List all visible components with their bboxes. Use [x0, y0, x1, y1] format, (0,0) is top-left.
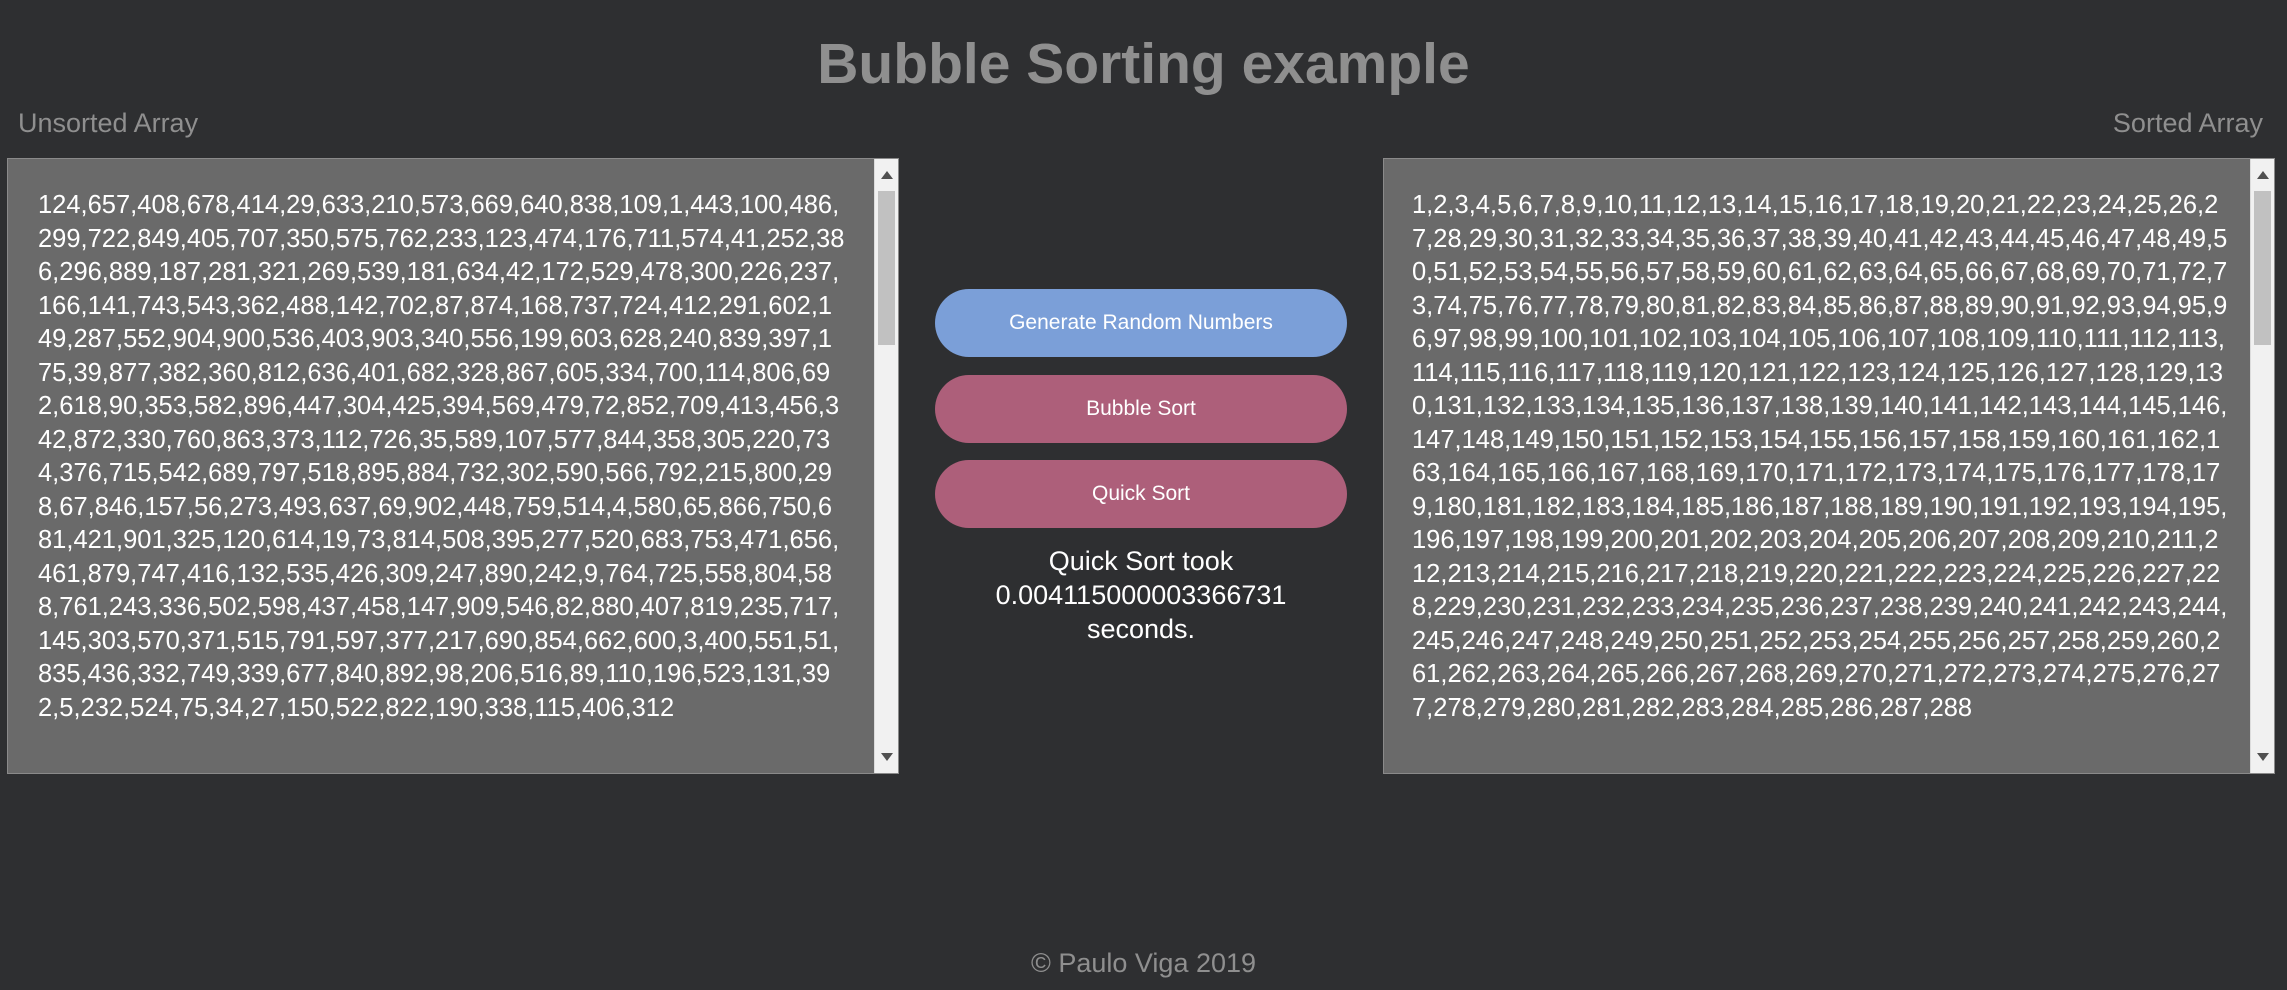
scroll-up-arrow-icon[interactable]	[2257, 171, 2269, 179]
scroll-down-arrow-icon[interactable]	[881, 753, 893, 761]
footer-copyright: © Paulo Viga 2019	[1030, 948, 1257, 978]
scroll-thumb[interactable]	[878, 191, 895, 345]
scroll-thumb[interactable]	[2254, 191, 2271, 345]
sort-result-line3: seconds.	[1086, 614, 1196, 644]
generate-random-numbers-button[interactable]: Generate Random Numbers	[935, 289, 1347, 357]
unsorted-array-scrollbar[interactable]	[874, 159, 898, 773]
bubble-sort-button[interactable]: Bubble Sort	[935, 375, 1347, 443]
sorted-array-text[interactable]: 1,2,3,4,5,6,7,8,9,10,11,12,13,14,15,16,1…	[1384, 159, 2252, 773]
sorted-array-scrollbar[interactable]	[2250, 159, 2274, 773]
sort-result-message: Quick Sort took 0.004115000003366731 sec…	[935, 544, 1347, 646]
sorted-array-label: Sorted Array	[2112, 108, 2263, 138]
sort-result-duration: 0.004115000003366731	[995, 580, 1287, 610]
sorted-array-textarea[interactable]: 1,2,3,4,5,6,7,8,9,10,11,12,13,14,15,16,1…	[1383, 158, 2275, 774]
scroll-down-arrow-icon[interactable]	[2257, 753, 2269, 761]
sort-result-line1: Quick Sort took	[1048, 546, 1234, 576]
scroll-up-arrow-icon[interactable]	[881, 171, 893, 179]
quick-sort-button[interactable]: Quick Sort	[935, 460, 1347, 528]
unsorted-array-textarea[interactable]: 124,657,408,678,414,29,633,210,573,669,6…	[7, 158, 899, 774]
unsorted-array-label: Unsorted Array	[18, 108, 199, 138]
unsorted-array-text[interactable]: 124,657,408,678,414,29,633,210,573,669,6…	[8, 159, 876, 773]
page-title: Bubble Sorting example	[817, 32, 1470, 96]
